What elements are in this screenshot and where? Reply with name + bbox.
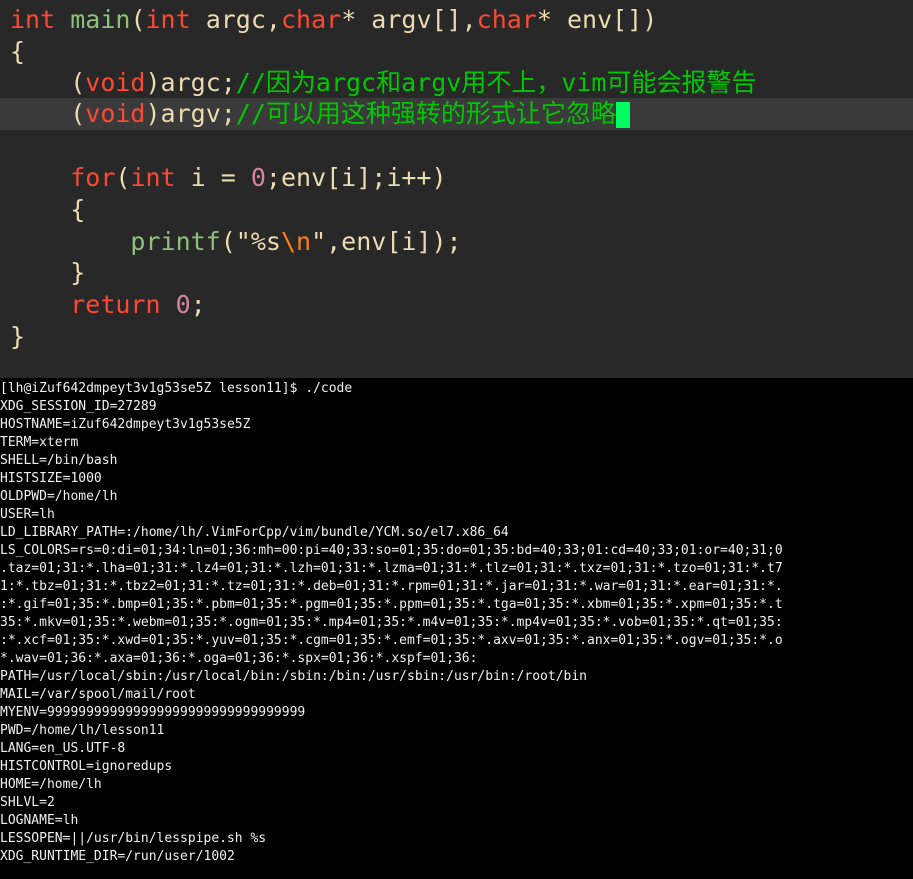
code-text: )argc; bbox=[145, 68, 236, 97]
code-text: i = bbox=[175, 163, 251, 192]
terminal-line: HOME=/home/lh bbox=[0, 777, 102, 792]
code-line[interactable]: { bbox=[10, 36, 25, 68]
type-keyword: char bbox=[476, 5, 537, 34]
terminal-line: XDG_SESSION_ID=27289 bbox=[0, 399, 157, 414]
code-text: * env[]) bbox=[536, 5, 658, 34]
terminal-output[interactable]: [lh@iZuf642dmpeyt3v1g53se5Z lesson11]$ .… bbox=[0, 378, 913, 879]
terminal-line: LESSOPEN=||/usr/bin/lesspipe.sh %s bbox=[0, 831, 267, 846]
code-text: ( bbox=[220, 227, 236, 256]
code-line[interactable]: (void)argc;//因为argc和argv用不上，vim可能会报警告 bbox=[10, 67, 756, 99]
terminal-line: LANG=en_US.UTF-8 bbox=[0, 741, 126, 756]
terminal-line: LOGNAME=lh bbox=[0, 813, 79, 828]
terminal-line: 35:*.mkv=01;35:*.webm=01;35:*.ogm=01;35:… bbox=[0, 615, 783, 630]
code-text: ( bbox=[130, 5, 146, 34]
terminal-line: MYENV=999999999999999999999999999999999 bbox=[0, 705, 306, 720]
terminal-line: SHELL=/bin/bash bbox=[0, 453, 118, 468]
type-keyword: int bbox=[145, 5, 191, 34]
code-line[interactable]: } bbox=[10, 321, 25, 353]
terminal-line: *.wav=01;36:*.axa=01;36:*.oga=01;36:*.sp… bbox=[0, 651, 478, 666]
terminal-line: HISTCONTROL=ignoredups bbox=[0, 759, 173, 774]
code-line[interactable]: return 0; bbox=[10, 289, 206, 321]
terminal-line: USER=lh bbox=[0, 507, 55, 522]
terminal-line: LS_COLORS=rs=0:di=01;34:ln=01;36:mh=00:p… bbox=[0, 543, 783, 558]
type-keyword: char bbox=[280, 5, 342, 34]
code-text: * argv[], bbox=[341, 5, 477, 34]
code-line[interactable]: } bbox=[10, 257, 85, 289]
code-text: { bbox=[10, 195, 86, 224]
terminal-line: :*.xcf=01;35:*.xwd=01;35:*.yuv=01;35:*.c… bbox=[0, 633, 783, 648]
control-keyword: return bbox=[70, 290, 161, 319]
code-text: ; bbox=[190, 290, 206, 319]
code-line[interactable]: int main(int argc,char* argv[],char* env… bbox=[10, 4, 657, 36]
text-cursor bbox=[615, 102, 630, 128]
code-line[interactable]: { bbox=[10, 194, 85, 226]
terminal-line: PATH=/usr/local/sbin:/usr/local/bin:/sbi… bbox=[0, 669, 587, 684]
code-text: )argv; bbox=[145, 99, 236, 128]
terminal-line: XDG_RUNTIME_DIR=/run/user/1002 bbox=[0, 849, 235, 864]
comment: //因为argc和argv用不上，vim可能会报警告 bbox=[235, 68, 757, 97]
function-name: main bbox=[70, 5, 131, 34]
vim-editor[interactable]: int main(int argc,char* argv[],char* env… bbox=[0, 0, 913, 378]
control-keyword: for bbox=[70, 163, 116, 192]
string-literal: " bbox=[311, 227, 327, 256]
terminal-line: TERM=xterm bbox=[0, 435, 79, 450]
terminal-line: SHLVL=2 bbox=[0, 795, 55, 810]
code-text: } bbox=[10, 258, 86, 287]
number-literal: 0 bbox=[175, 290, 191, 319]
code-line[interactable]: printf("%s\n",env[i]); bbox=[10, 226, 462, 258]
code-text: ,env[i]); bbox=[326, 227, 462, 256]
terminal-line: [lh@iZuf642dmpeyt3v1g53se5Z lesson11]$ .… bbox=[0, 381, 353, 396]
number-literal: 0 bbox=[250, 163, 266, 192]
code-line[interactable]: (void)argv;//可以用这种强转的形式让它忽略 bbox=[10, 98, 630, 130]
comment: //可以用这种强转的形式让它忽略 bbox=[235, 99, 616, 128]
type-keyword: int bbox=[10, 5, 56, 34]
terminal-line: .taz=01;31:*.lha=01;31:*.lz4=01;31:*.lzh… bbox=[0, 561, 783, 576]
code-text: { bbox=[10, 37, 26, 66]
type-keyword: int bbox=[130, 163, 176, 192]
code-text: argc, bbox=[190, 5, 281, 34]
terminal-line: 1:*.tbz=01;31:*.tbz2=01;31:*.tz=01;31:*.… bbox=[0, 579, 783, 594]
code-line[interactable]: for(int i = 0;env[i];i++) bbox=[10, 162, 447, 194]
terminal-line: :*.gif=01;35:*.bmp=01;35:*.pbm=01;35:*.p… bbox=[0, 597, 783, 612]
code-text: ;env[i];i++) bbox=[265, 163, 447, 192]
function-name: printf bbox=[130, 227, 221, 256]
terminal-line: HISTSIZE=1000 bbox=[0, 471, 102, 486]
type-keyword: void bbox=[85, 68, 146, 97]
code-text: ( bbox=[115, 163, 131, 192]
escape-sequence: \n bbox=[280, 227, 312, 256]
code-text: ( bbox=[10, 68, 86, 97]
code-text: ( bbox=[10, 99, 86, 128]
code-text: } bbox=[10, 322, 26, 351]
terminal-line: LD_LIBRARY_PATH=:/home/lh/.VimForCpp/vim… bbox=[0, 525, 509, 540]
terminal-line: MAIL=/var/spool/mail/root bbox=[0, 687, 196, 702]
type-keyword: void bbox=[85, 99, 146, 128]
string-literal: "%s bbox=[235, 227, 281, 256]
terminal-line: OLDPWD=/home/lh bbox=[0, 489, 118, 504]
terminal-line: PWD=/home/lh/lesson11 bbox=[0, 723, 165, 738]
terminal-line: HOSTNAME=iZuf642dmpeyt3v1g53se5Z bbox=[0, 417, 251, 432]
